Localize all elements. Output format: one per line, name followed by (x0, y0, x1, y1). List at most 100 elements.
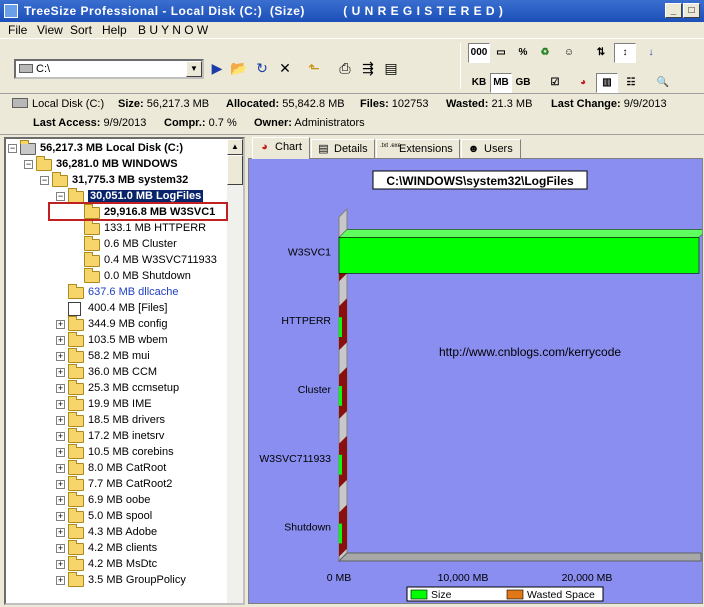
expand-icon[interactable]: + (56, 576, 65, 585)
path-combobox[interactable]: C:\ ▼ (14, 59, 204, 79)
tab-users[interactable]: ☻ Users (461, 139, 521, 159)
wasted-value: 21.3 MB (491, 98, 533, 110)
refresh-icon[interactable]: ↻ (251, 57, 273, 79)
print-icon[interactable]: ⎙ (334, 57, 356, 79)
number-format-button[interactable]: 000 (468, 43, 490, 63)
expand-icon[interactable]: + (56, 416, 65, 425)
menu-bar: File View Sort Help B U Y N O W (0, 22, 704, 38)
window-title: TreeSize Professional - Local Disk (C:) … (24, 4, 504, 18)
stop-icon[interactable]: ✕ (274, 57, 296, 79)
percent-button[interactable]: % (512, 43, 534, 63)
expand-icon[interactable]: + (56, 544, 65, 553)
expand-icon[interactable]: + (56, 352, 65, 361)
menu-buy-now[interactable]: B U Y N O W (138, 23, 208, 37)
collapse-icon[interactable]: − (8, 144, 17, 153)
tree-scrollbar[interactable]: ▲ (227, 139, 243, 603)
tree-row-label: 3.5 MB GroupPolicy (88, 574, 186, 586)
menu-view[interactable]: View (37, 23, 63, 37)
selection-highlight-box (48, 202, 228, 221)
expand-icon[interactable]: + (56, 384, 65, 393)
tree-row-label: 0.6 MB Cluster (104, 238, 177, 250)
last-change-label: Last Change: (551, 98, 621, 110)
expand-icon[interactable]: + (56, 432, 65, 441)
export-icon[interactable]: ⇶ (357, 57, 379, 79)
collapse-icon[interactable]: − (24, 160, 33, 169)
expand-icon[interactable]: + (56, 336, 65, 345)
expand-icon[interactable]: + (56, 368, 65, 377)
toolbar: C:\ ▼ ▶ 📂 ↻ ✕ ⬑ ⎙ ⇶ ▤ 000 ▭ % ♻ ☺ ⇅ ↕ ↓ … (0, 38, 704, 94)
folder-icon (68, 316, 84, 331)
expand-icon[interactable]: + (56, 496, 65, 505)
tab-chart[interactable]: ◕ Chart (252, 137, 310, 159)
expand-icon[interactable]: + (56, 320, 65, 329)
collapse-icon[interactable]: − (40, 176, 49, 185)
tree-row-label: 0.4 MB W3SVC711933 (104, 254, 217, 266)
tree-row-label: 5.0 MB spool (88, 510, 153, 522)
folder-icon (68, 284, 84, 299)
folder-icon (84, 268, 100, 283)
expand-icon[interactable]: + (56, 480, 65, 489)
open-folder-icon[interactable]: 📂 (228, 57, 250, 79)
tree-view-icon[interactable]: ☷ (620, 73, 642, 93)
app-icon (4, 4, 18, 18)
folder-icon (36, 156, 52, 171)
parent-folder-icon[interactable]: ⬑ (303, 57, 325, 79)
bar-httperr (339, 317, 342, 337)
maximize-button[interactable]: □ (683, 3, 700, 18)
expand-icon[interactable]: + (56, 528, 65, 537)
play-icon[interactable]: ▶ (206, 57, 228, 79)
bar-chart-icon[interactable]: ▥ (596, 73, 618, 93)
category-label: Cluster (298, 384, 332, 396)
tree-row-label: 8.0 MB CatRoot (88, 462, 167, 474)
tab-details[interactable]: ▤ Details (311, 139, 375, 159)
tree-row-label: 36,281.0 MB WINDOWS (56, 158, 178, 170)
sort-az-icon[interactable]: ⇅ (590, 43, 612, 63)
unit-kb-button[interactable]: KB (468, 73, 490, 93)
collapse-icon[interactable]: − (56, 192, 65, 201)
search-icon[interactable]: 🔍 (652, 73, 674, 93)
tree-row-label: 56,217.3 MB Local Disk (C:) (40, 142, 184, 154)
tree-row-label: 133.1 MB HTTPERR (104, 222, 207, 234)
expand-icon[interactable]: + (56, 464, 65, 473)
expand-icon[interactable]: + (56, 560, 65, 569)
folder-icon (68, 476, 84, 491)
drive-icon (12, 98, 28, 108)
scroll-up-icon[interactable]: ▲ (227, 139, 243, 155)
minimize-button[interactable]: _ (665, 3, 682, 18)
pie-chart-icon[interactable]: ◕ (572, 73, 594, 93)
checklist-icon[interactable]: ☑ (544, 73, 566, 93)
expand-icon[interactable]: + (56, 512, 65, 521)
drive-name: Local Disk (C:) (32, 98, 105, 110)
folder-icon (68, 492, 84, 507)
category-label: W3SVC711933 (259, 453, 331, 465)
folder-icon (52, 172, 68, 187)
bar-view-icon[interactable]: ▭ (490, 43, 512, 63)
sort-size-icon[interactable]: ↕ (614, 43, 636, 63)
user-icon[interactable]: ☺ (558, 43, 580, 63)
tree-row-label: 400.4 MB [Files] (88, 302, 168, 314)
menu-help[interactable]: Help (102, 23, 127, 37)
size-value: 56,217.3 MB (146, 98, 210, 110)
pie-chart-icon: ◕ (261, 141, 268, 153)
scroll-thumb[interactable] (227, 155, 243, 185)
report-icon[interactable]: ▤ (380, 57, 402, 79)
sort-down-icon[interactable]: ↓ (640, 43, 662, 63)
bar-w3svc711933 (339, 454, 342, 475)
expand-icon[interactable]: + (56, 400, 65, 409)
tree-row-label: 25.3 MB ccmsetup (88, 382, 180, 394)
expand-icon[interactable]: + (56, 448, 65, 457)
menu-file[interactable]: File (8, 23, 27, 37)
tab-extensions[interactable]: .txt .exe Extensions (376, 139, 460, 159)
unit-gb-button[interactable]: GB (512, 73, 534, 93)
users-icon: ☻ (467, 143, 480, 155)
menu-sort[interactable]: Sort (70, 23, 92, 37)
unit-mb-button[interactable]: MB (490, 73, 512, 93)
category-label: HTTPERR (281, 315, 331, 327)
x-tick-label: 20,000 MB (562, 572, 613, 584)
folder-icon (68, 332, 84, 347)
tree-row-label: 7.7 MB CatRoot2 (88, 478, 173, 490)
recycle-icon[interactable]: ♻ (534, 43, 556, 63)
chevron-down-icon[interactable]: ▼ (186, 61, 202, 77)
legend-label: Size (431, 589, 452, 601)
chart-annotation: http://www.cnblogs.com/kerrycode (439, 345, 621, 359)
